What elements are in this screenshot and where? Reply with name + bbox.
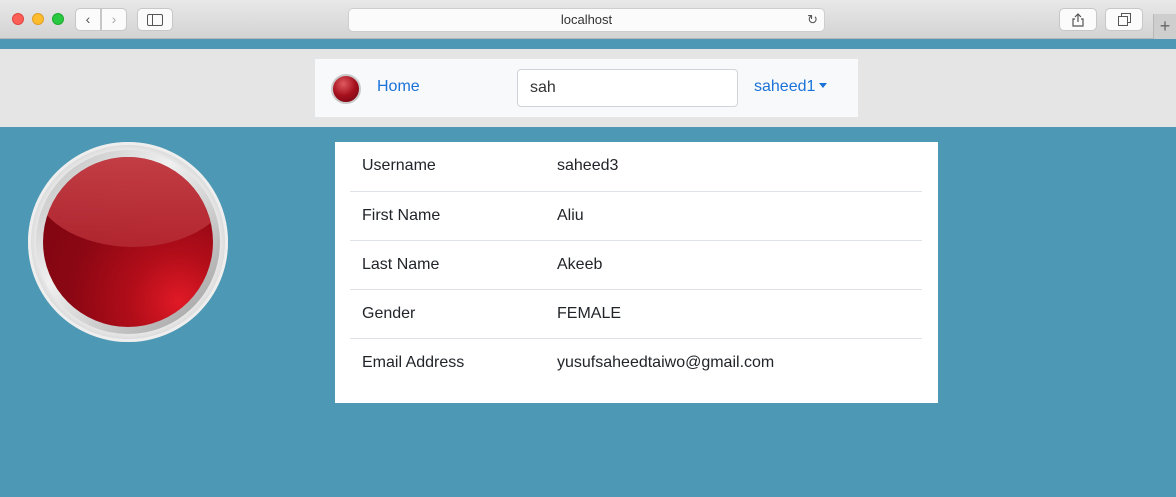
row-label: Gender xyxy=(350,288,545,338)
row-label: Email Address xyxy=(350,337,545,387)
sidebar-icon xyxy=(147,14,163,26)
reload-icon[interactable]: ↻ xyxy=(807,9,818,31)
sidebar-toggle-button[interactable] xyxy=(137,8,173,31)
table-row: Username saheed3 xyxy=(350,142,922,191)
table-row: Email Address yusufsaheedtaiwo@gmail.com xyxy=(350,337,922,387)
minimize-window-button[interactable] xyxy=(32,13,44,25)
row-value: saheed3 xyxy=(557,157,619,175)
user-dropdown-label: saheed1 xyxy=(754,78,816,95)
url-text: localhost xyxy=(560,12,613,27)
navbar: Home saheed1 xyxy=(315,59,858,117)
avatar xyxy=(28,142,228,342)
brand-logo[interactable] xyxy=(331,74,361,104)
new-tab-button[interactable]: + xyxy=(1153,14,1176,39)
row-value: Akeeb xyxy=(545,239,922,289)
share-icon xyxy=(1072,13,1084,27)
table-row: Gender FEMALE xyxy=(350,288,922,338)
plus-icon: + xyxy=(1159,16,1171,36)
row-value: Aliu xyxy=(545,190,922,240)
profile-card: Username saheed3 First Name Aliu Last Na… xyxy=(335,142,938,403)
chevron-left-icon: ‹ xyxy=(85,11,91,27)
nav-home-link[interactable]: Home xyxy=(377,78,420,96)
browser-toolbar: ‹ › localhost ↻ + xyxy=(0,0,1176,39)
row-value: FEMALE xyxy=(545,288,922,338)
table-row: Last Name Akeeb xyxy=(350,239,922,289)
forward-button[interactable]: › xyxy=(101,8,127,31)
address-bar[interactable]: localhost ↻ xyxy=(348,8,825,32)
profile-table: Username saheed3 First Name Aliu Last Na… xyxy=(350,142,922,387)
close-window-button[interactable] xyxy=(12,13,24,25)
row-label: Last Name xyxy=(350,239,545,289)
user-dropdown[interactable]: saheed1 xyxy=(754,78,828,96)
caret-down-icon xyxy=(819,83,828,88)
zoom-window-button[interactable] xyxy=(52,13,64,25)
back-button[interactable]: ‹ xyxy=(75,8,101,31)
table-row: First Name Aliu xyxy=(350,190,922,240)
tabs-icon xyxy=(1117,13,1131,26)
chevron-right-icon: › xyxy=(111,11,117,27)
row-value: yusufsaheedtaiwo@gmail.com xyxy=(545,337,922,387)
search-input[interactable] xyxy=(517,69,738,107)
row-label: Username xyxy=(362,157,436,175)
show-tabs-button[interactable] xyxy=(1105,8,1143,31)
share-button[interactable] xyxy=(1059,8,1097,31)
row-label: First Name xyxy=(350,190,545,240)
